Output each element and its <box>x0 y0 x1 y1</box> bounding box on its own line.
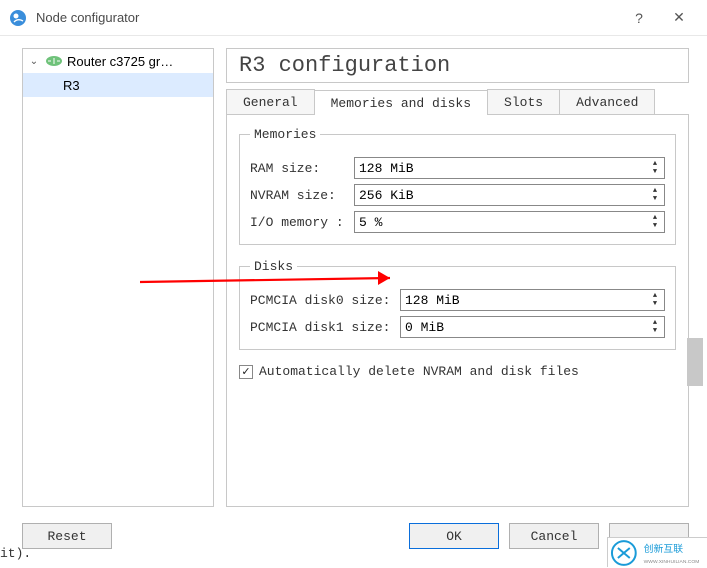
ram-size-input[interactable]: 128 MiB ▲▼ <box>354 157 665 179</box>
disks-legend: Disks <box>250 259 297 274</box>
disk1-value: 0 MiB <box>405 320 444 335</box>
node-tree[interactable]: ⌄ Router c3725 gr… R3 <box>22 48 214 507</box>
disk1-label: PCMCIA disk1 size: <box>250 320 400 335</box>
auto-delete-checkbox[interactable]: ✓ <box>239 365 253 379</box>
disk0-value: 128 MiB <box>405 293 460 308</box>
tab-content: Memories RAM size: 128 MiB ▲▼ NVRAM size… <box>226 114 689 507</box>
scrollbar-fragment <box>687 338 703 386</box>
titlebar: Node configurator ? ✕ <box>0 0 707 36</box>
chevron-down-icon[interactable]: ⌄ <box>27 56 41 67</box>
tab-advanced[interactable]: Advanced <box>559 89 655 114</box>
io-memory-value: 5 % <box>359 215 382 230</box>
nvram-size-value: 256 KiB <box>359 188 414 203</box>
tab-slots[interactable]: Slots <box>487 89 560 114</box>
disk0-label: PCMCIA disk0 size: <box>250 293 400 308</box>
ok-button[interactable]: OK <box>409 523 499 549</box>
disk0-spin-arrows[interactable]: ▲▼ <box>648 291 662 309</box>
tab-bar: General Memories and disks Slots Advance… <box>226 89 689 114</box>
ram-spin-arrows[interactable]: ▲▼ <box>648 159 662 177</box>
nvram-size-input[interactable]: 256 KiB ▲▼ <box>354 184 665 206</box>
help-button[interactable]: ? <box>619 0 659 36</box>
tab-memories-and-disks[interactable]: Memories and disks <box>314 90 488 115</box>
tree-child-label: R3 <box>63 78 80 93</box>
disks-group: Disks PCMCIA disk0 size: 128 MiB ▲▼ PCMC… <box>239 259 676 350</box>
dialog-buttons: Reset OK Cancel <box>22 523 689 549</box>
svg-text:WWW.XINHUILIAN.COM: WWW.XINHUILIAN.COM <box>644 558 700 564</box>
ram-size-value: 128 MiB <box>359 161 414 176</box>
app-icon <box>8 8 28 28</box>
tree-item-r3[interactable]: R3 <box>23 73 213 97</box>
memories-legend: Memories <box>250 127 320 142</box>
io-spin-arrows[interactable]: ▲▼ <box>648 213 662 231</box>
auto-delete-row[interactable]: ✓ Automatically delete NVRAM and disk fi… <box>239 364 676 379</box>
nvram-spin-arrows[interactable]: ▲▼ <box>648 186 662 204</box>
disk1-spin-arrows[interactable]: ▲▼ <box>648 318 662 336</box>
tree-root-label: Router c3725 gr… <box>67 54 173 69</box>
router-icon <box>45 54 63 68</box>
tab-general[interactable]: General <box>226 89 315 114</box>
close-button[interactable]: ✕ <box>659 0 699 36</box>
memories-group: Memories RAM size: 128 MiB ▲▼ NVRAM size… <box>239 127 676 245</box>
auto-delete-label: Automatically delete NVRAM and disk file… <box>259 364 579 379</box>
cancel-button[interactable]: Cancel <box>509 523 599 549</box>
io-memory-label: I/O memory : <box>250 215 354 230</box>
nvram-size-label: NVRAM size: <box>250 188 354 203</box>
ram-size-label: RAM size: <box>250 161 354 176</box>
io-memory-input[interactable]: 5 % ▲▼ <box>354 211 665 233</box>
fragment-text: it). <box>0 546 31 561</box>
svg-text:创新互联: 创新互联 <box>644 542 684 555</box>
tree-root-router[interactable]: ⌄ Router c3725 gr… <box>23 49 213 73</box>
watermark-logo: 创新互联 WWW.XINHUILIAN.COM <box>607 537 707 567</box>
disk1-input[interactable]: 0 MiB ▲▼ <box>400 316 665 338</box>
window-title: Node configurator <box>36 10 619 25</box>
reset-button[interactable]: Reset <box>22 523 112 549</box>
config-title: R3 configuration <box>239 53 450 78</box>
config-header: R3 configuration <box>226 48 689 83</box>
disk0-input[interactable]: 128 MiB ▲▼ <box>400 289 665 311</box>
